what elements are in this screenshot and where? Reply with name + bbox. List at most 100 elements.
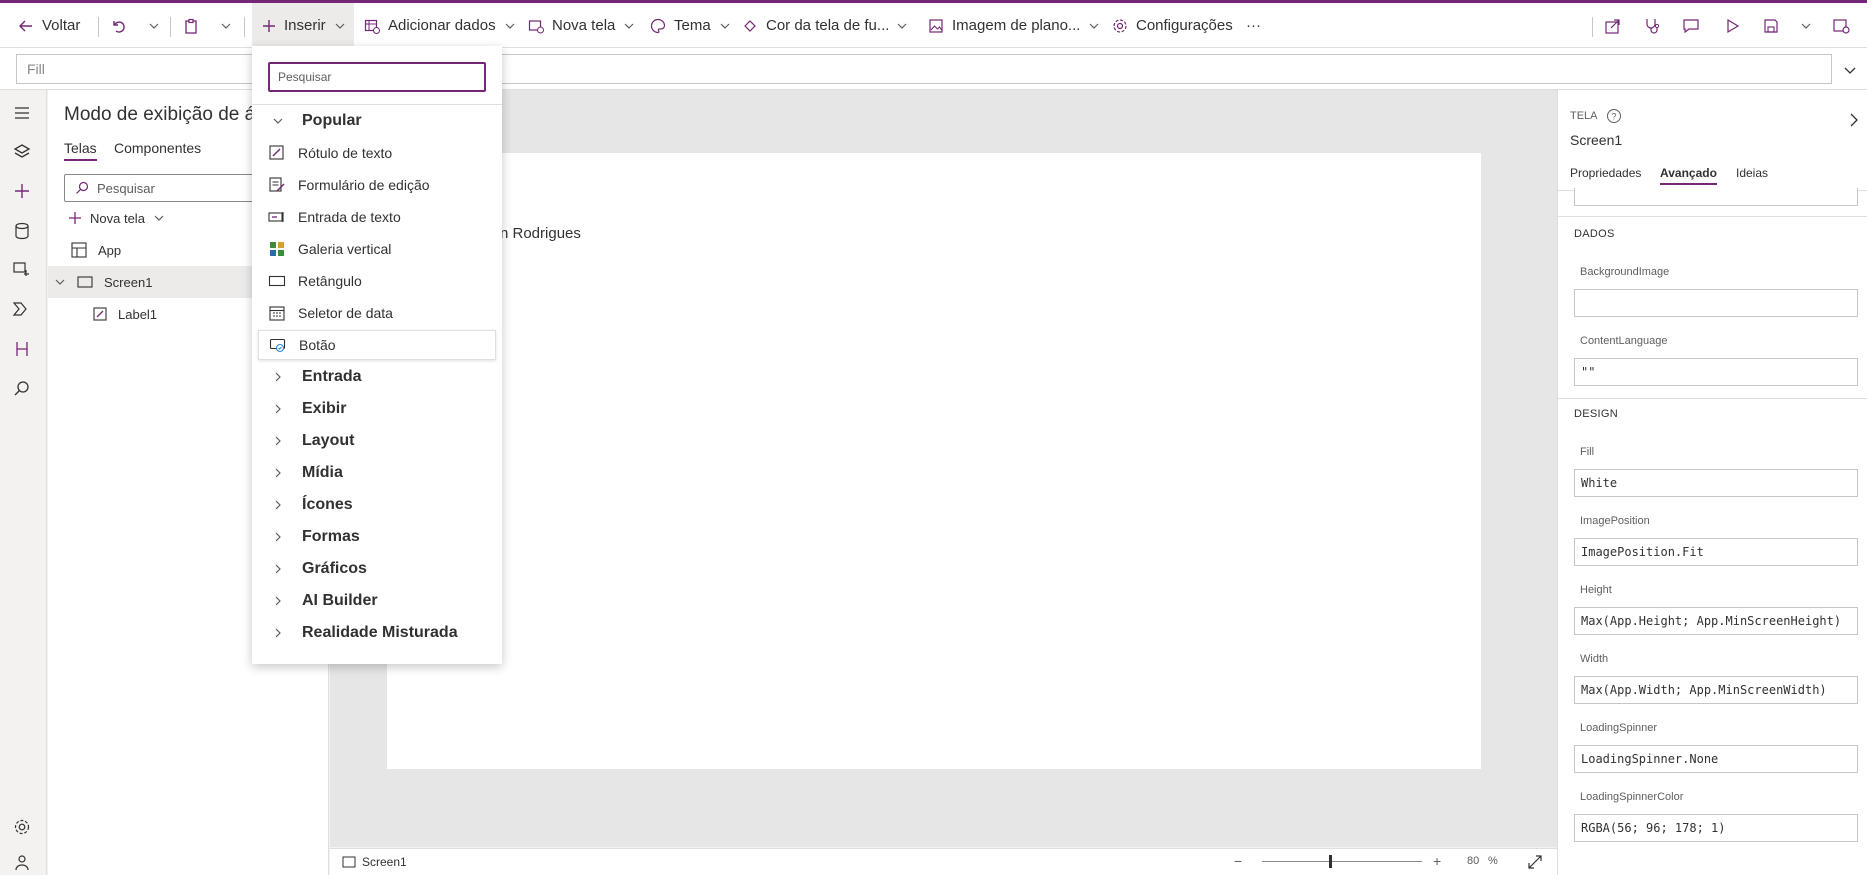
prop-image-position-input[interactable]: ImagePosition.Fit (1574, 538, 1858, 566)
item-label: Galeria vertical (298, 241, 392, 257)
expand-formula-icon[interactable] (1843, 63, 1857, 77)
insert-button[interactable]: Inserir (252, 3, 354, 48)
layers-icon[interactable] (11, 141, 33, 163)
insert-plus-icon[interactable] (11, 180, 33, 202)
zoom-slider[interactable] (1262, 855, 1422, 868)
new-screen-button[interactable]: Nova tela (528, 3, 635, 48)
prop-name: ContentLanguage (1580, 335, 1668, 347)
plus-icon (263, 19, 275, 32)
chevron-down-icon (1089, 23, 1099, 29)
zoom-out-button[interactable]: − (1234, 853, 1242, 869)
search-icon (76, 181, 89, 194)
prop-background-image-input[interactable] (1574, 289, 1858, 317)
more-button[interactable]: ··· (1246, 3, 1261, 48)
insert-item-edit-form[interactable]: Formulário de edição (258, 170, 496, 200)
status-screen[interactable]: Screen1 (342, 855, 407, 869)
screen-text-label[interactable]: n Rodrigues (500, 225, 581, 242)
chevron-down-icon (720, 23, 730, 29)
category-ai-builder[interactable]: AI Builder (258, 586, 496, 616)
zoom-in-button[interactable]: + (1433, 853, 1441, 869)
database-icon[interactable] (11, 220, 33, 242)
undo-dropdown[interactable] (148, 3, 160, 48)
help-icon[interactable]: ? (1606, 108, 1622, 124)
media-icon[interactable] (11, 259, 33, 281)
share-button[interactable] (1604, 3, 1622, 48)
settings-gear-icon[interactable] (11, 816, 33, 838)
category-media[interactable]: Mídia (258, 458, 496, 488)
insert-item-button[interactable]: Botão (258, 330, 496, 360)
tab-properties[interactable]: Propriedades (1570, 166, 1641, 180)
comments-button[interactable] (1682, 3, 1700, 48)
virtual-agent-icon[interactable] (11, 852, 33, 874)
insert-item-gallery[interactable]: Galeria vertical (258, 234, 496, 264)
settings-button[interactable]: Configurações (1112, 3, 1233, 48)
prop-name: LoadingSpinnerColor (1580, 791, 1684, 803)
theme-button[interactable]: Tema (650, 3, 731, 48)
category-label: Ícones (302, 496, 353, 513)
power-automate-icon[interactable] (11, 298, 33, 320)
category-layout[interactable]: Layout (258, 426, 496, 456)
background-image-label: Imagem de plano... (952, 17, 1081, 34)
app-screen[interactable]: n Rodrigues (387, 153, 1481, 769)
category-shapes[interactable]: Formas (258, 522, 496, 552)
search-icon[interactable] (11, 378, 33, 400)
tab-components[interactable]: Componentes (114, 140, 201, 156)
category-label: AI Builder (302, 592, 378, 609)
insert-item-text-input[interactable]: Entrada de texto (258, 202, 496, 232)
add-data-button[interactable]: Adicionar dados (364, 3, 516, 48)
collapse-panel-icon[interactable] (1848, 112, 1860, 128)
background-image-button[interactable]: Imagem de plano... (928, 3, 1100, 48)
prop-fill-input[interactable]: White (1574, 469, 1858, 497)
chevron-down-icon (149, 23, 159, 29)
prop-loading-spinner-color-input[interactable]: RGBA(56; 96; 178; 1) (1574, 814, 1858, 842)
preview-button[interactable] (1723, 3, 1741, 48)
status-screen-label: Screen1 (362, 855, 407, 869)
insert-item-text-label[interactable]: Rótulo de texto (258, 138, 496, 168)
category-input[interactable]: Entrada (258, 362, 496, 392)
save-button[interactable] (1762, 3, 1780, 48)
rectangle-icon (268, 275, 286, 287)
category-mixed-reality[interactable]: Realidade Misturada (258, 618, 496, 648)
app-checker-button[interactable] (1643, 3, 1661, 48)
tab-ideas[interactable]: Ideias (1736, 166, 1768, 180)
prop-name: ImagePosition (1580, 515, 1650, 527)
paste-button[interactable] (183, 3, 199, 48)
tab-screens[interactable]: Telas (64, 140, 97, 161)
background-color-button[interactable]: Cor da tela de fu... (742, 3, 889, 48)
paste-dropdown[interactable] (220, 3, 232, 48)
tree-search-placeholder: Pesquisar (97, 180, 155, 196)
prop-width-input[interactable]: Max(App.Width; App.MinScreenWidth) (1574, 676, 1858, 704)
fit-to-window-icon[interactable] (1527, 854, 1543, 870)
category-popular[interactable]: Popular (258, 106, 496, 136)
zoom-slider-thumb[interactable] (1329, 855, 1333, 868)
share-icon (1605, 18, 1620, 34)
category-icons[interactable]: Ícones (258, 490, 496, 520)
insert-search-input[interactable]: Pesquisar (268, 62, 486, 92)
save-dropdown[interactable] (1800, 3, 1812, 48)
chevron-down-icon (624, 23, 634, 29)
theme-label: Tema (674, 17, 711, 34)
prop-loading-spinner-input[interactable]: LoadingSpinner.None (1574, 745, 1858, 773)
item-label: Retângulo (298, 273, 362, 289)
undo-button[interactable] (110, 3, 126, 48)
play-icon (1727, 18, 1740, 33)
publish-button[interactable] (1832, 3, 1850, 48)
category-charts[interactable]: Gráficos (258, 554, 496, 584)
prop-content-language-input[interactable]: "" (1574, 358, 1858, 386)
tab-advanced[interactable]: Avançado (1660, 166, 1717, 185)
chevron-right-icon (275, 628, 281, 638)
screen-icon (342, 856, 356, 868)
scrolled-input[interactable] (1574, 188, 1858, 206)
left-rail (0, 90, 47, 875)
prop-name: Width (1580, 653, 1609, 665)
back-button[interactable]: Voltar (18, 3, 80, 48)
prop-height-input[interactable]: Max(App.Height; App.MinScreenHeight) (1574, 607, 1858, 635)
insert-item-date-picker[interactable]: Seletor de data (258, 298, 496, 328)
hamburger-icon[interactable] (11, 102, 33, 124)
tree-new-screen-button[interactable]: Nova tela (68, 208, 165, 228)
variables-icon[interactable] (11, 338, 33, 360)
insert-item-rectangle[interactable]: Retângulo (258, 266, 496, 296)
category-display[interactable]: Exibir (258, 394, 496, 424)
background-color-dropdown[interactable] (896, 3, 908, 48)
settings-label: Configurações (1136, 17, 1233, 34)
